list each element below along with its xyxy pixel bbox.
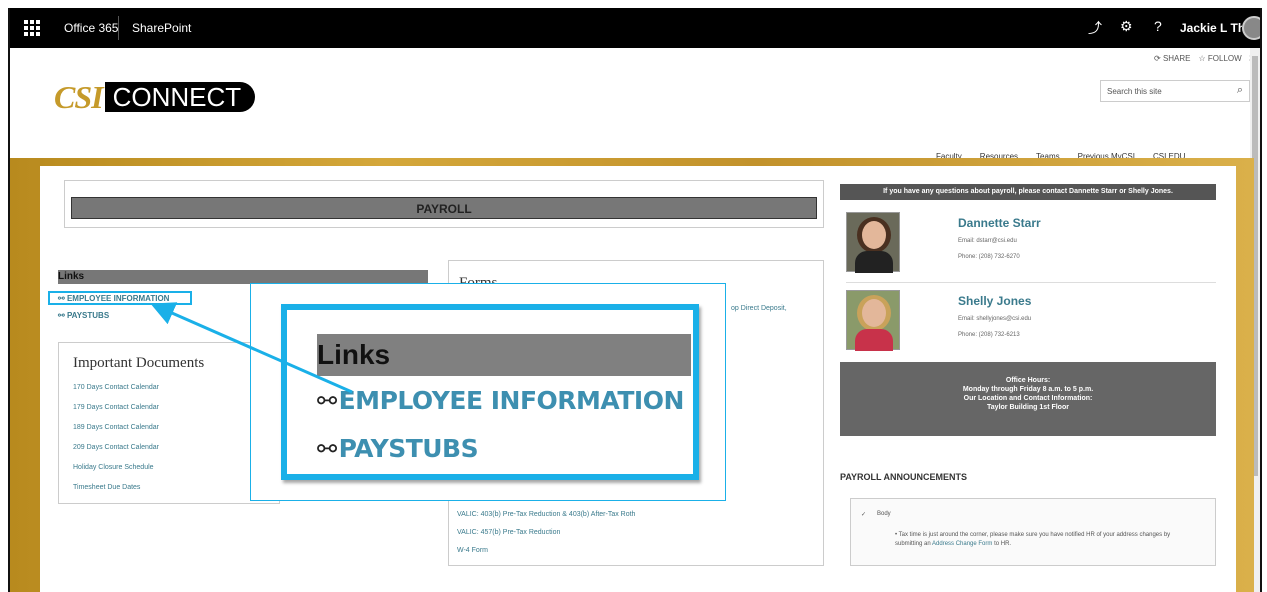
contact-header: If you have any questions about payroll,… <box>840 184 1216 200</box>
page-title: PAYROLL <box>71 197 817 219</box>
form-link-direct-deposit[interactable]: op Direct Deposit, <box>731 305 787 312</box>
suite-bar: Office 365 SharePoint ⤴ ⚙ ? Jackie L Thr… <box>10 8 1260 48</box>
site-actions: ⟳ SHARE ☆ FOLLOW ⛶ <box>1154 54 1255 64</box>
user-name[interactable]: Jackie L Throng... <box>1180 21 1242 35</box>
form-link[interactable]: VALIC: 403(b) Pre-Tax Reduction & 403(b)… <box>457 511 635 518</box>
contact-photo <box>846 290 900 351</box>
contact-photo <box>846 212 900 273</box>
office-hours: Office Hours: Monday through Friday 8 a.… <box>840 362 1216 436</box>
doc-link[interactable]: 170 Days Contact Calendar <box>73 384 265 391</box>
body-label: Body <box>877 511 891 517</box>
search-icon[interactable]: ⌕ <box>1237 84 1243 97</box>
announcements-box: ✓ Body • Tax time is just around the cor… <box>850 498 1216 566</box>
important-documents: Important Documents 170 Days Contact Cal… <box>58 342 280 504</box>
follow-button[interactable]: ☆ FOLLOW <box>1199 54 1242 64</box>
form-link[interactable]: VALIC: 457(b) Pre-Tax Reduction <box>457 529 560 536</box>
important-documents-heading: Important Documents <box>73 355 205 371</box>
gear-icon[interactable]: ⚙ <box>1120 18 1133 35</box>
link-paystubs[interactable]: ⚯ PAYSTUBS <box>58 311 109 320</box>
link-icon: ⚯ <box>317 387 337 415</box>
divider <box>846 282 1216 283</box>
contact-card: Shelly Jones Email: shellyjones@csi.edu … <box>846 290 1216 356</box>
suite-divider <box>118 16 119 40</box>
site-logo[interactable]: CSI CONNECT <box>54 78 256 115</box>
link-icon: ⚯ <box>58 294 67 303</box>
doc-link[interactable]: Holiday Closure Schedule <box>73 464 265 471</box>
contact-phone: Phone: (208) 732-6270 <box>958 254 1020 260</box>
contact-email[interactable]: Email: shellyjones@csi.edu <box>958 316 1031 322</box>
star-icon: ☆ <box>1198 54 1208 63</box>
check-icon: ✓ <box>861 512 867 518</box>
logo-connect: CONNECT <box>104 82 256 112</box>
notification-icon[interactable]: ⤴ <box>1088 18 1102 38</box>
callout-links-heading: Links <box>317 334 691 376</box>
contact-name[interactable]: Dannette Starr <box>958 216 1041 230</box>
links-heading: Links <box>58 270 428 284</box>
share-button[interactable]: ⟳ SHARE <box>1154 54 1191 64</box>
doc-link[interactable]: 179 Days Contact Calendar <box>73 404 265 411</box>
link-icon: ⚯ <box>317 435 337 463</box>
zoom-callout: Links ⚯EMPLOYEE INFORMATION ⚯PAYSTUBS <box>250 283 726 501</box>
contact-card: Dannette Starr Email: dstarr@csi.edu Pho… <box>846 212 1216 278</box>
share-icon: ⟳ <box>1154 54 1163 63</box>
contact-name[interactable]: Shelly Jones <box>958 294 1031 308</box>
doc-link[interactable]: 189 Days Contact Calendar <box>73 424 265 431</box>
sharepoint-link[interactable]: SharePoint <box>132 21 191 35</box>
link-employee-information[interactable]: ⚯ EMPLOYEE INFORMATION <box>58 294 169 303</box>
announcements-title: PAYROLL ANNOUNCEMENTS <box>840 472 968 482</box>
zoom-callout-inner: Links ⚯EMPLOYEE INFORMATION ⚯PAYSTUBS <box>281 304 699 480</box>
contact-email[interactable]: Email: dstarr@csi.edu <box>958 238 1017 244</box>
search-box[interactable]: Search this site ⌕ <box>1100 80 1250 102</box>
logo-csi: CSI <box>54 78 104 115</box>
search-input[interactable]: Search this site <box>1107 87 1162 96</box>
announcement-item: • Tax time is just around the corner, pl… <box>895 532 1171 547</box>
callout-link-paystubs[interactable]: ⚯PAYSTUBS <box>317 434 479 463</box>
contact-phone: Phone: (208) 732-6213 <box>958 332 1020 338</box>
doc-link[interactable]: Timesheet Due Dates <box>73 484 265 491</box>
help-icon[interactable]: ? <box>1154 18 1162 34</box>
form-link[interactable]: W-4 Form <box>457 547 488 554</box>
office365-link[interactable]: Office 365 <box>64 21 118 35</box>
doc-link[interactable]: 209 Days Contact Calendar <box>73 444 265 451</box>
app-launcher-icon[interactable] <box>24 20 40 36</box>
user-avatar[interactable] <box>1242 16 1260 40</box>
link-icon: ⚯ <box>58 311 67 320</box>
payroll-title-box: PAYROLL <box>64 180 824 228</box>
address-change-form-link[interactable]: Address Change Form <box>932 541 992 547</box>
callout-link-employee-information[interactable]: ⚯EMPLOYEE INFORMATION <box>317 386 684 415</box>
